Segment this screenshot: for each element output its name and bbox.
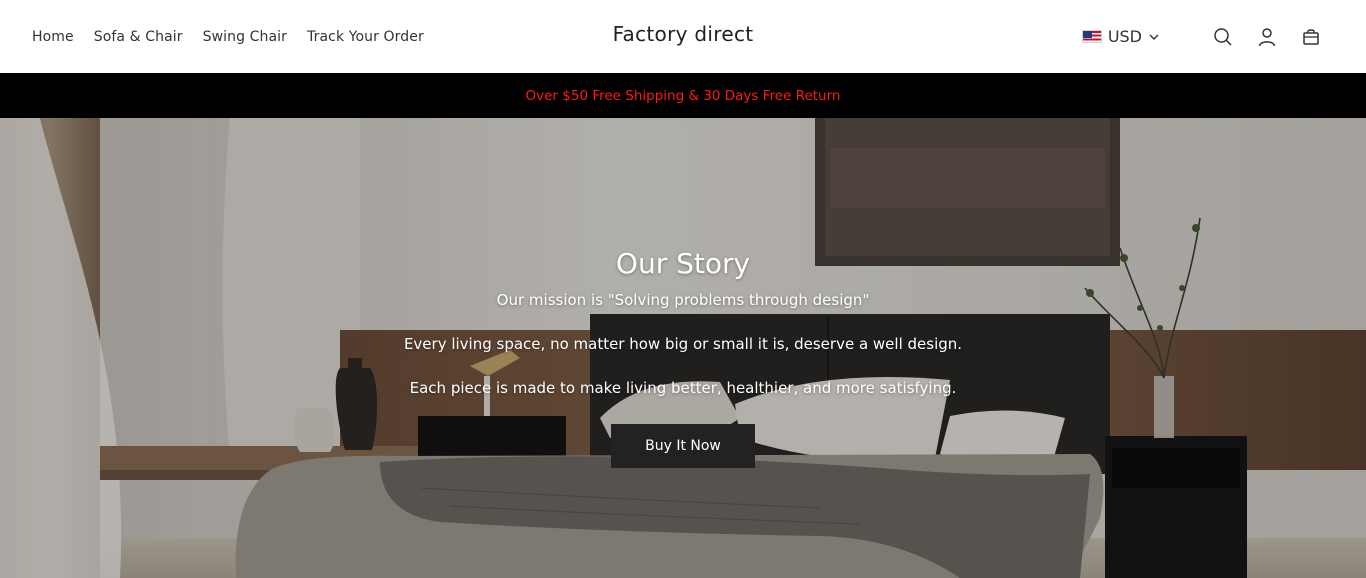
main-nav: Home Sofa & Chair Swing Chair Track Your… [32,0,424,73]
search-icon [1214,27,1232,46]
hero-banner: Our Story Our mission is "Solving proble… [0,118,1366,578]
nav-sofa-chair[interactable]: Sofa & Chair [94,29,183,45]
hero-content: Our Story Our mission is "Solving proble… [0,244,1366,468]
site-header: Home Sofa & Chair Swing Chair Track Your… [0,0,1366,73]
account-icon [1258,27,1276,46]
currency-selector[interactable]: USD [1081,27,1160,46]
chevron-down-icon [1149,34,1159,40]
account-button[interactable] [1256,26,1278,48]
us-flag-icon [1081,30,1102,43]
cart-button[interactable] [1300,26,1322,48]
nav-home[interactable]: Home [32,29,74,45]
brand-logo[interactable]: Factory direct [613,22,754,46]
hero-title: Our Story [615,247,751,280]
search-button[interactable] [1212,26,1234,48]
hero-description-line-1: Every living space, no matter how big or… [403,335,963,353]
announcement-text[interactable]: Over $50 Free Shipping & 30 Days Free Re… [526,88,841,104]
announcement-bar: Over $50 Free Shipping & 30 Days Free Re… [0,73,1366,118]
currency-code: USD [1107,27,1142,46]
cart-icon [1303,28,1319,45]
nav-track-order[interactable]: Track Your Order [307,29,424,45]
hero-description-line-2: Each piece is made to make living better… [409,379,957,397]
buy-it-now-button[interactable]: Buy It Now [611,424,755,468]
header-tools: USD [1081,0,1322,73]
nav-swing-chair[interactable]: Swing Chair [203,29,287,45]
hero-mission-text: Our mission is "Solving problems through… [496,291,870,309]
